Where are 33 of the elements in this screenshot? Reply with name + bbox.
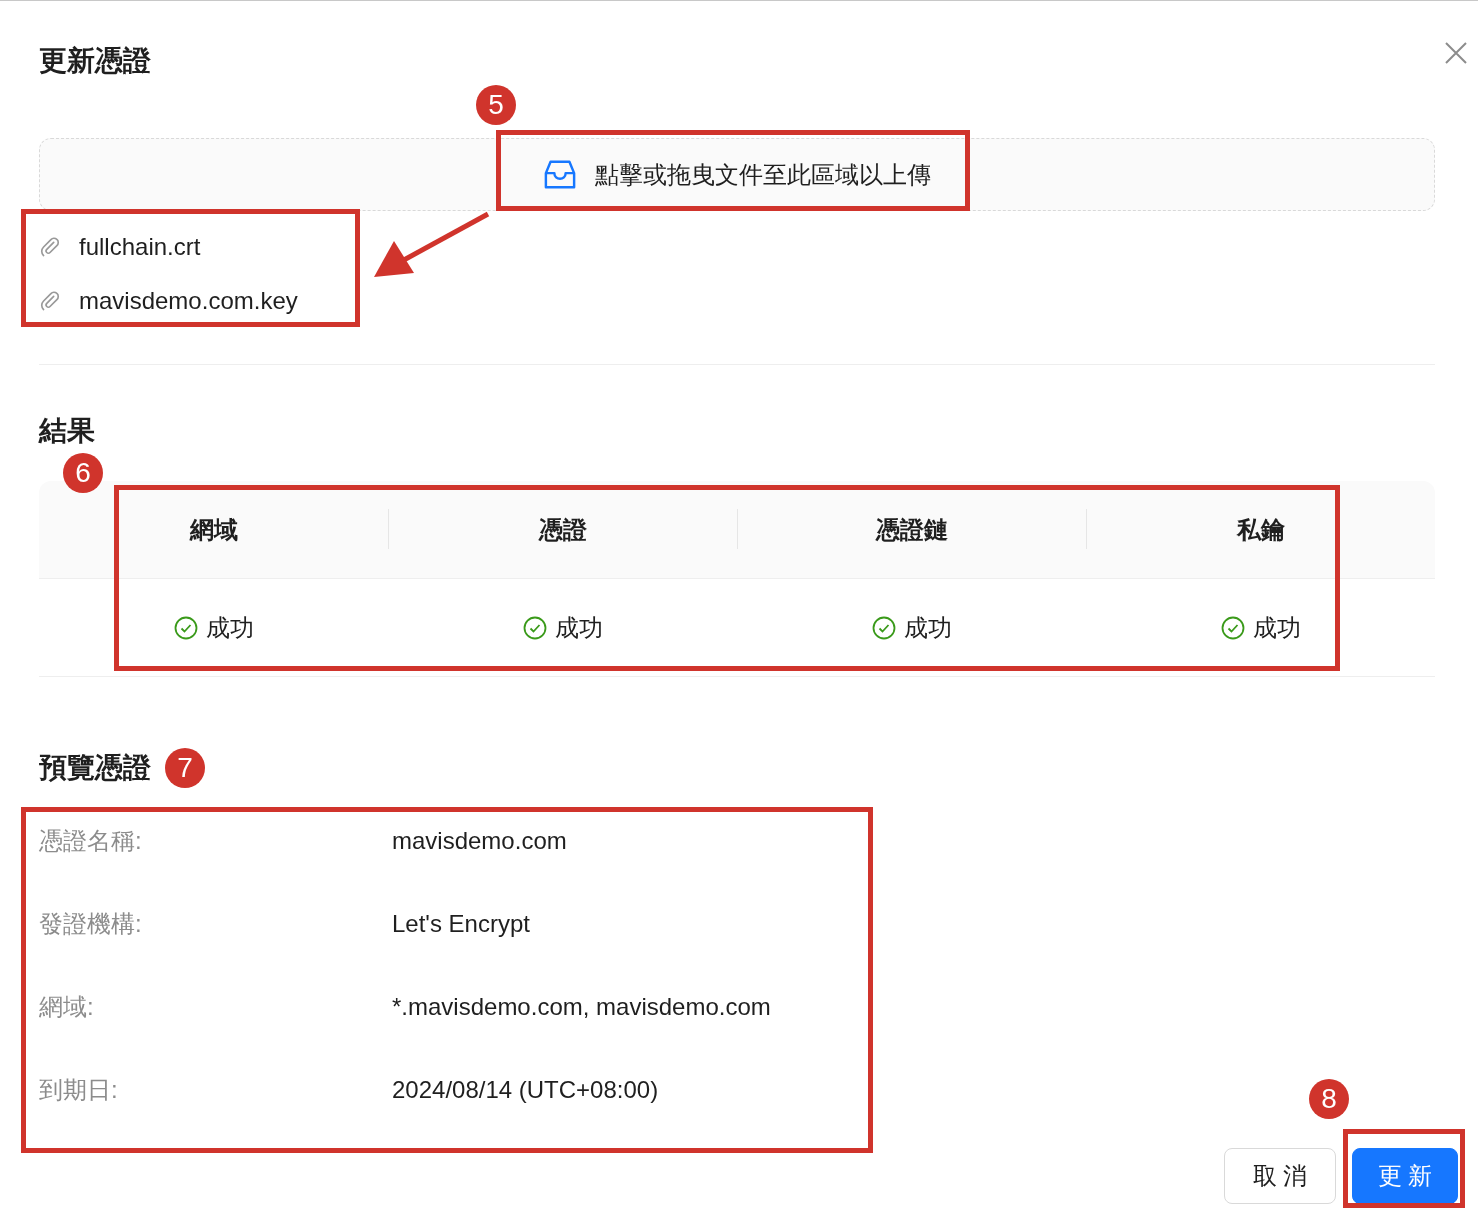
column-header: 私鑰 xyxy=(1236,514,1285,545)
section-heading: 預覽憑證 xyxy=(39,751,151,785)
upload-hint: 點擊或拖曳文件至此區域以上傳 xyxy=(595,159,931,190)
paperclip-icon xyxy=(39,236,61,258)
field-value: mavisdemo.com xyxy=(392,826,567,855)
file-name[interactable]: fullchain.crt xyxy=(79,233,201,261)
file-name[interactable]: mavisdemo.com.key xyxy=(79,287,298,315)
upload-dropzone[interactable]: 點擊或拖曳文件至此區域以上傳 xyxy=(39,138,1435,211)
paperclip-icon xyxy=(39,290,61,312)
field-label: 網域: xyxy=(39,991,95,1022)
cancel-button[interactable]: 取 消 xyxy=(1224,1148,1336,1204)
field-label: 發證機構: xyxy=(39,908,143,939)
column-header: 憑證 xyxy=(538,514,587,545)
column-header: 憑證鏈 xyxy=(875,514,948,545)
field-value: *.mavisdemo.com, mavisdemo.com xyxy=(392,992,771,1021)
step-badge: 6 xyxy=(63,453,103,493)
update-button[interactable]: 更 新 xyxy=(1352,1148,1458,1204)
dialog-title: 更新憑證 xyxy=(39,44,151,78)
status-text: 成功 xyxy=(554,612,603,643)
status-text: 成功 xyxy=(1252,612,1301,643)
section-heading: 結果 xyxy=(39,414,96,448)
status-text: 成功 xyxy=(205,612,254,643)
field-label: 到期日: xyxy=(39,1074,119,1105)
step-badge: 5 xyxy=(476,85,516,125)
step-badge: 8 xyxy=(1309,1079,1349,1119)
column-header: 網域 xyxy=(189,514,238,545)
close-icon[interactable] xyxy=(1444,41,1468,65)
field-label: 憑證名稱: xyxy=(39,825,143,856)
status-text: 成功 xyxy=(903,612,952,643)
field-value: 2024/08/14 (UTC+08:00) xyxy=(392,1075,659,1104)
inbox-icon xyxy=(543,158,577,191)
field-value: Let's Encrypt xyxy=(392,909,530,938)
step-badge: 7 xyxy=(165,748,205,788)
